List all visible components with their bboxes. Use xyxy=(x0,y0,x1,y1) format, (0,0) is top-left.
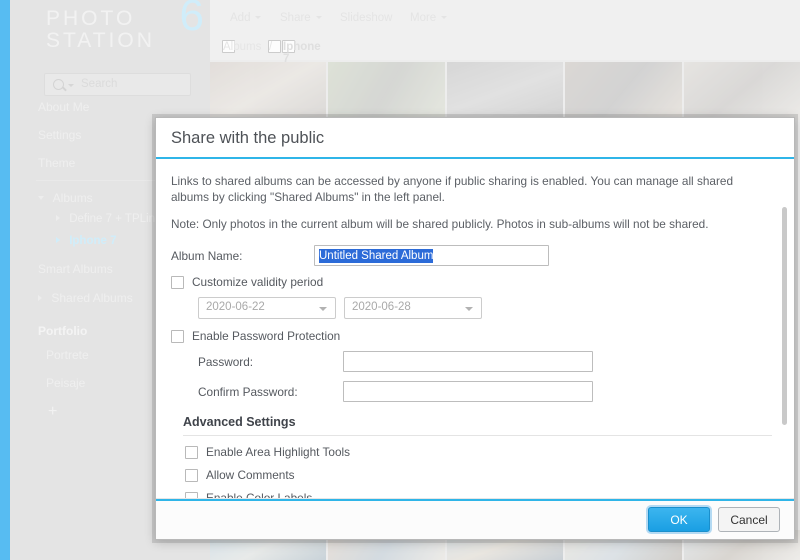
password-row: Password: xyxy=(198,351,772,372)
share-with-public-dialog: Share with the public Links to shared al… xyxy=(155,117,795,540)
customize-validity-label: Customize validity period xyxy=(192,275,324,289)
advanced-divider xyxy=(183,435,772,436)
confirm-password-row: Confirm Password: xyxy=(198,381,772,402)
date-from-value: 2020-06-22 xyxy=(206,301,265,313)
allow-comments-checkbox[interactable] xyxy=(185,468,198,482)
enable-password-checkbox[interactable] xyxy=(171,329,184,343)
cancel-button[interactable]: Cancel xyxy=(718,507,780,533)
enable-area-highlight-label: Enable Area Highlight Tools xyxy=(206,445,351,459)
date-from-dropdown[interactable]: 2020-06-22 xyxy=(198,297,336,319)
album-name-value: Untitled Shared Album xyxy=(319,248,434,263)
enable-area-highlight-row[interactable]: Enable Area Highlight Tools xyxy=(185,445,772,459)
customize-validity-checkbox[interactable] xyxy=(171,275,184,289)
enable-color-labels-row[interactable]: Enable Color Labels xyxy=(185,491,772,499)
dialog-scrollbar[interactable] xyxy=(782,167,787,497)
ok-button[interactable]: OK xyxy=(648,507,710,533)
customize-validity-row[interactable]: Customize validity period xyxy=(171,275,772,289)
allow-comments-row[interactable]: Allow Comments xyxy=(185,468,772,482)
enable-color-labels-checkbox[interactable] xyxy=(185,491,198,498)
scrollbar-thumb[interactable] xyxy=(782,207,787,425)
album-name-row: Album Name: Untitled Shared Album xyxy=(171,245,772,266)
enable-color-labels-label: Enable Color Labels xyxy=(206,491,313,499)
dialog-body: Links to shared albums can be accessed b… xyxy=(156,159,794,499)
chevron-down-icon xyxy=(319,307,327,311)
advanced-settings-heading: Advanced Settings xyxy=(183,415,296,429)
album-name-input[interactable]: Untitled Shared Album xyxy=(314,245,549,266)
enable-password-row[interactable]: Enable Password Protection xyxy=(171,329,772,343)
date-to-dropdown[interactable]: 2020-06-28 xyxy=(344,297,482,319)
chevron-down-icon xyxy=(465,307,473,311)
album-name-label: Album Name: xyxy=(171,248,243,263)
password-field[interactable] xyxy=(343,351,593,372)
confirm-password-label: Confirm Password: xyxy=(198,384,298,399)
allow-comments-label: Allow Comments xyxy=(206,468,295,482)
app-window: PHOTO STATION 6 Search About Me Settings… xyxy=(0,0,800,560)
password-label: Password: xyxy=(198,354,254,369)
dialog-title: Share with the public xyxy=(156,118,794,159)
dialog-footer: OK Cancel xyxy=(156,498,794,539)
note-paragraph: Note: Only photos in the current album w… xyxy=(171,217,709,231)
validity-date-range: 2020-06-22 2020-06-28 xyxy=(198,297,772,319)
enable-password-label: Enable Password Protection xyxy=(192,329,341,343)
enable-area-highlight-checkbox[interactable] xyxy=(185,445,198,459)
confirm-password-field[interactable] xyxy=(343,381,593,402)
date-to-value: 2020-06-28 xyxy=(352,301,411,313)
intro-paragraph: Links to shared albums can be accessed b… xyxy=(171,174,734,204)
